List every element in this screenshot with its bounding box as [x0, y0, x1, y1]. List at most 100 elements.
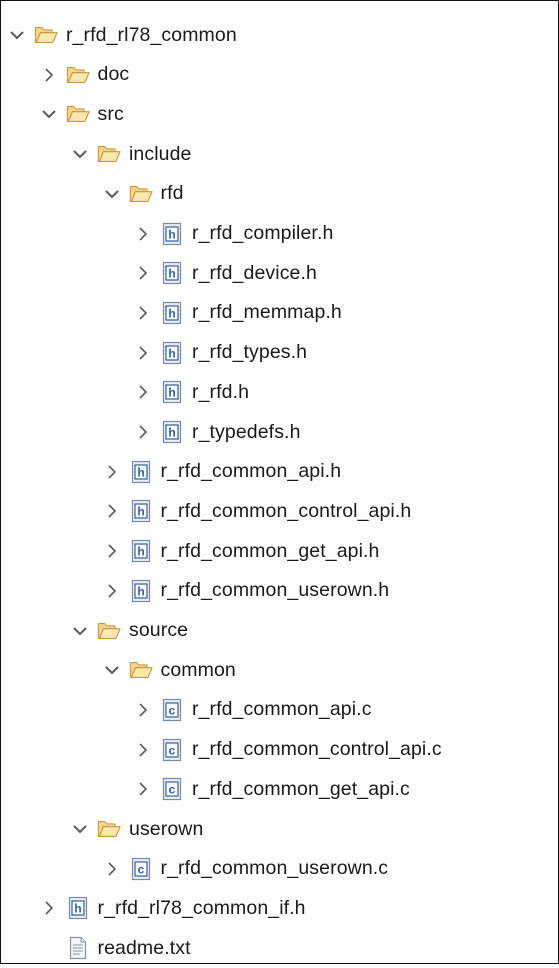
svg-text:h: h: [137, 505, 144, 519]
tree-item[interactable]: c r_rfd_common_control_api.c: [1, 730, 559, 770]
tree-item-label: src: [97, 102, 124, 125]
chevron-right-icon[interactable]: [132, 223, 154, 245]
tree-item-label: r_rfd_common_userown.h: [160, 579, 390, 602]
tree-item[interactable]: h r_rfd_device.h: [1, 253, 559, 293]
c-header-file-icon: h: [160, 301, 184, 325]
text-file-icon: [66, 936, 90, 960]
tree-item-label: r_rfd_common_control_api.c: [192, 738, 442, 761]
tree-item-label: doc: [97, 63, 130, 86]
c-header-file-icon: h: [160, 420, 184, 444]
chevron-right-icon[interactable]: [101, 858, 123, 880]
folder-open-icon: [66, 102, 90, 126]
chevron-right-icon[interactable]: [132, 699, 154, 721]
tree-item-label: source: [129, 619, 189, 641]
tree-item[interactable]: h r_rfd_rl78_common_if.h: [1, 888, 559, 928]
c-header-file-icon: h: [129, 460, 153, 484]
tree-item-label: r_rfd.h: [192, 380, 250, 403]
svg-text:h: h: [74, 902, 81, 916]
chevron-right-icon[interactable]: [132, 302, 154, 324]
chevron-right-icon[interactable]: [101, 540, 123, 562]
chevron-right-icon[interactable]: [132, 262, 154, 284]
c-header-file-icon: h: [160, 341, 184, 365]
tree-item-label: r_rfd_device.h: [192, 261, 317, 284]
chevron-down-icon[interactable]: [6, 24, 28, 46]
c-source-file-icon: c: [129, 857, 153, 881]
chevron-down-icon[interactable]: [69, 818, 91, 840]
tree-item[interactable]: source: [1, 611, 559, 651]
chevron-right-icon[interactable]: [132, 739, 154, 761]
tree-item-label: r_rfd_common_get_api.h: [160, 539, 380, 562]
c-header-file-icon: h: [129, 539, 153, 563]
tree-item[interactable]: h r_rfd_compiler.h: [1, 214, 559, 254]
tree-item-label: r_rfd_common_control_api.h: [160, 499, 412, 522]
chevron-right-icon[interactable]: [101, 461, 123, 483]
tree-item[interactable]: userown: [1, 809, 559, 849]
folder-open-icon: [129, 182, 153, 206]
chevron-down-icon[interactable]: [69, 143, 91, 165]
chevron-right-icon[interactable]: [132, 381, 154, 403]
tree-item[interactable]: h r_rfd_memmap.h: [1, 293, 559, 333]
chevron-right-icon[interactable]: [38, 897, 60, 919]
tree-item[interactable]: src: [1, 94, 559, 134]
tree-item-label: userown: [129, 817, 204, 840]
folder-open-icon: [97, 142, 121, 166]
c-source-file-icon: c: [160, 698, 184, 722]
tree-item[interactable]: h r_rfd_types.h: [1, 333, 559, 373]
tree-item[interactable]: h r_rfd_common_control_api.h: [1, 491, 559, 531]
svg-text:h: h: [168, 386, 175, 400]
tree-item[interactable]: c r_rfd_common_api.c: [1, 690, 559, 730]
chevron-right-icon[interactable]: [132, 421, 154, 443]
chevron-down-icon[interactable]: [69, 620, 91, 642]
tree-item-label: r_rfd_common_get_api.c: [192, 777, 410, 800]
c-header-file-icon: h: [129, 579, 153, 603]
tree-item-label: r_rfd_common_api.c: [192, 698, 372, 721]
project-explorer-panel: r_rfd_rl78_common doc src include rfd h r_rfd_…: [0, 0, 559, 964]
svg-text:c: c: [169, 783, 176, 797]
folder-open-icon: [129, 658, 153, 682]
tree-item[interactable]: h r_rfd_common_get_api.h: [1, 531, 559, 571]
chevron-down-icon[interactable]: [38, 103, 60, 125]
tree-item[interactable]: h r_typedefs.h: [1, 412, 559, 452]
svg-text:h: h: [137, 584, 144, 598]
c-header-file-icon: h: [66, 896, 90, 920]
svg-text:h: h: [137, 545, 144, 559]
chevron-right-icon[interactable]: [132, 342, 154, 364]
c-header-file-icon: h: [129, 499, 153, 523]
tree-item-label: include: [129, 142, 192, 165]
chevron-down-icon[interactable]: [101, 659, 123, 681]
tree-item[interactable]: c r_rfd_common_userown.c: [1, 849, 559, 889]
tree-item[interactable]: doc: [1, 55, 559, 95]
tree-item-label: r_rfd_common_userown.c: [160, 857, 389, 880]
tree-item[interactable]: h r_rfd.h: [1, 372, 559, 412]
tree-item[interactable]: common: [1, 650, 559, 690]
tree-item[interactable]: c r_rfd_common_get_api.c: [1, 769, 559, 809]
svg-text:h: h: [168, 306, 175, 320]
chevron-right-icon[interactable]: [101, 580, 123, 602]
c-source-file-icon: c: [160, 738, 184, 762]
svg-text:h: h: [137, 465, 144, 479]
tree-item[interactable]: include: [1, 134, 559, 174]
tree-item[interactable]: h r_rfd_common_api.h: [1, 452, 559, 492]
tree-item[interactable]: r_rfd_rl78_common: [1, 15, 559, 55]
tree-item-label: r_rfd_memmap.h: [192, 301, 342, 324]
tree-item-label: r_rfd_rl78_common_if.h: [97, 896, 306, 919]
svg-text:c: c: [169, 743, 176, 757]
tree-item-label: readme.txt: [97, 936, 191, 959]
tree-item-label: r_rfd_compiler.h: [192, 222, 334, 244]
svg-text:c: c: [137, 862, 144, 876]
tree-item-label: r_typedefs.h: [192, 420, 301, 443]
tree-item[interactable]: readme.txt: [1, 928, 559, 968]
tree-item[interactable]: rfd: [1, 174, 559, 214]
tree-item[interactable]: h r_rfd_common_userown.h: [1, 571, 559, 611]
svg-text:h: h: [168, 267, 175, 281]
svg-text:h: h: [168, 346, 175, 360]
chevron-right-icon[interactable]: [101, 500, 123, 522]
tree-item-label: r_rfd_rl78_common: [66, 23, 237, 46]
c-source-file-icon: c: [160, 777, 184, 801]
chevron-right-icon[interactable]: [132, 778, 154, 800]
tree-item-label: common: [160, 658, 236, 681]
chevron-down-icon[interactable]: [101, 183, 123, 205]
chevron-right-icon[interactable]: [38, 64, 60, 86]
tree-item-label: rfd: [160, 182, 184, 205]
